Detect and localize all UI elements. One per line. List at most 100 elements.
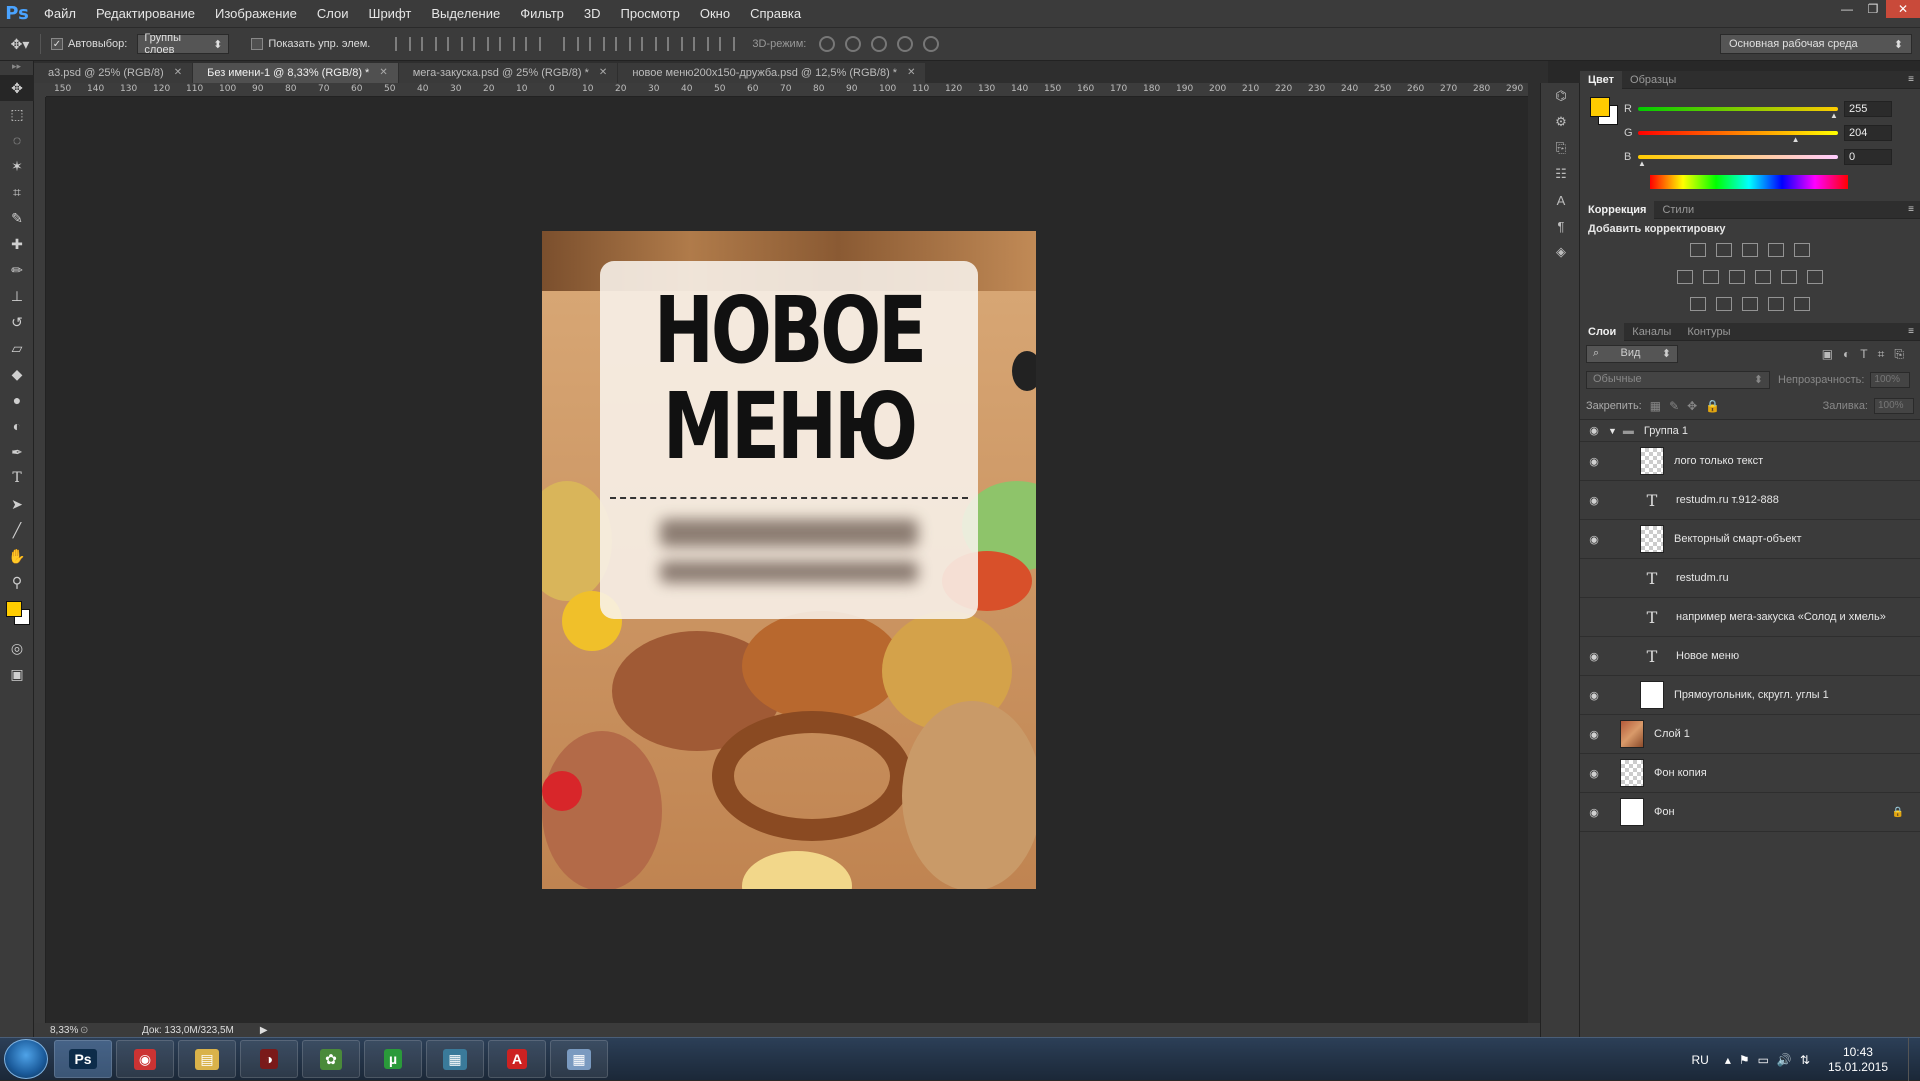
stamp-tool-icon[interactable]: ⊥ [0,283,34,309]
properties-icon[interactable]: ☷ [1541,161,1581,187]
magic-wand-icon[interactable]: ✶ [0,153,34,179]
pen-tool-icon[interactable]: ✒ [0,439,34,465]
visibility-eye-icon[interactable]: ◉ [1580,611,1608,624]
layer-row[interactable]: ◉ Слой 1 [1580,715,1920,754]
eraser-tool-icon[interactable]: ▱ [0,335,34,361]
clone-source-icon[interactable]: ⎘ [1541,135,1581,161]
distribute-vcenter-icon[interactable] [589,37,606,51]
fill-value[interactable]: 100% [1874,398,1914,414]
show-transform-checkbox[interactable] [251,38,264,50]
b-slider[interactable]: ▲ [1638,155,1838,168]
channel-mixer-icon[interactable] [1781,270,1797,284]
auto-align-icon[interactable] [719,37,736,51]
align-hcenter-icon[interactable] [499,37,516,51]
b-value[interactable]: 0 [1844,149,1892,165]
exposure-icon[interactable] [1768,243,1784,257]
vertical-scrollbar[interactable] [1528,83,1540,1023]
layer-row[interactable]: ◉ лого только текст [1580,442,1920,481]
align-top-icon[interactable] [395,37,412,51]
tray-icons[interactable]: ▴⚑▭🔊⇅ [1725,1053,1818,1067]
taskbar-app-ps[interactable]: Ps [54,1040,112,1078]
distribute-right-icon[interactable] [693,37,710,51]
distribute-hcenter-icon[interactable] [667,37,684,51]
restore-icon[interactable]: ❐ [1860,0,1886,18]
panel-menu-icon[interactable]: ≡ [1908,204,1920,215]
tab-correction[interactable]: Коррекция [1580,200,1655,219]
autoselect-dropdown[interactable]: Группы слоев ⬍ [137,32,230,56]
visibility-eye-icon[interactable]: ◉ [1580,455,1608,468]
r-slider[interactable]: ▲ [1638,107,1838,120]
menu-item-4[interactable]: Шрифт [359,0,422,27]
layer-filter-dropdown[interactable]: ⌕ Вид ⬍ [1586,345,1678,363]
scale-3d-icon[interactable] [923,36,940,52]
align-vcenter-icon[interactable] [421,37,438,51]
distribute-bottom-icon[interactable] [615,37,632,51]
color-lookup-icon[interactable] [1807,270,1823,284]
g-value[interactable]: 204 [1844,125,1892,141]
visibility-eye-icon[interactable]: ◉ [1580,533,1608,546]
visibility-eye-icon[interactable]: ◉ [1580,494,1608,507]
menu-item-3[interactable]: Слои [307,0,359,27]
rotate-3d-icon[interactable] [819,36,836,52]
screen-mode-icon[interactable]: ▣ [0,661,34,687]
threshold-icon[interactable] [1742,297,1758,311]
tab-swatches[interactable]: Образцы [1622,71,1684,89]
align-right-icon[interactable] [525,37,542,51]
show-desktop-button[interactable] [1908,1038,1920,1081]
tab-document-0[interactable]: a3.psd @ 25% (RGB/8) ✕ [34,63,193,83]
healing-brush-icon[interactable]: ✚ [0,231,34,257]
close-icon[interactable]: ✕ [379,63,387,83]
roll-3d-icon[interactable] [845,36,862,52]
zoom-value[interactable]: 8,33% [34,1025,78,1036]
visibility-eye-icon[interactable]: ◉ [1580,424,1608,437]
layer-row[interactable]: ◉ Векторный смарт-объект [1580,520,1920,559]
bw-icon[interactable] [1729,270,1745,284]
layer-row[interactable]: ◉ Фон 🔒 [1580,793,1920,832]
color-swatches[interactable] [0,595,33,635]
invert-icon[interactable] [1690,297,1706,311]
tab-document-2[interactable]: мега-закуска.psd @ 25% (RGB/8) * ✕ [398,63,618,83]
foreground-swatch[interactable] [1590,97,1610,117]
status-icon[interactable]: ⊙ [80,1025,96,1036]
close-icon[interactable]: ✕ [174,63,182,83]
taskbar-app-calc[interactable]: ▦ [550,1040,608,1078]
collapse-icon[interactable]: ▸▸ [0,61,33,75]
visibility-eye-icon[interactable]: ◉ [1580,728,1608,741]
minimize-icon[interactable]: — [1834,0,1860,18]
close-icon[interactable]: ✕ [907,63,915,83]
visibility-eye-icon[interactable]: ◉ [1580,689,1608,702]
document-canvas[interactable]: НОВОЕ МЕНЮ [542,231,1036,889]
layer-row[interactable]: ◉ Trestudm.ru [1580,559,1920,598]
clock[interactable]: 10:43 15.01.2015 [1828,1045,1888,1075]
workspace-dropdown[interactable]: Основная рабочая среда ⬍ [1720,34,1912,54]
taskbar-app-tool[interactable]: ▦ [426,1040,484,1078]
eyedropper-icon[interactable]: ✎ [0,205,34,231]
align-bottom-icon[interactable] [447,37,464,51]
path-select-icon[interactable]: ➤ [0,491,34,517]
gradient-map-icon[interactable] [1794,297,1810,311]
taskbar-app-paint[interactable]: ✿ [302,1040,360,1078]
curves-icon[interactable] [1742,243,1758,257]
menu-item-2[interactable]: Изображение [205,0,307,27]
autoselect-checkbox[interactable]: ✓ [51,38,63,50]
language-indicator[interactable]: RU [1691,1053,1708,1067]
r-value[interactable]: 255 [1844,101,1892,117]
lock-icons[interactable]: ▦✎✥🔒 [1650,399,1728,413]
character-icon[interactable]: A [1541,187,1581,213]
distribute-left-icon[interactable] [641,37,658,51]
menu-item-8[interactable]: Просмотр [611,0,690,27]
tab-color[interactable]: Цвет [1580,70,1623,89]
taskbar-app-files[interactable]: ▤ [178,1040,236,1078]
visibility-eye-icon[interactable]: ◉ [1580,572,1608,585]
levels-icon[interactable] [1716,243,1732,257]
taskbar-app-media[interactable]: ◑ [240,1040,298,1078]
expand-arrow-icon[interactable]: ▼ [1608,426,1617,436]
line-tool-icon[interactable]: ╱ [0,517,34,543]
paint-bucket-icon[interactable]: ◆ [0,361,34,387]
taskbar-app-chrome[interactable]: ◉ [116,1040,174,1078]
type-tool-icon[interactable]: T [0,465,34,491]
blur-tool-icon[interactable]: ● [0,387,34,413]
brush-tool-icon[interactable]: ✏ [0,257,34,283]
color-spectrum[interactable] [1650,175,1848,189]
visibility-eye-icon[interactable]: ◉ [1580,806,1608,819]
